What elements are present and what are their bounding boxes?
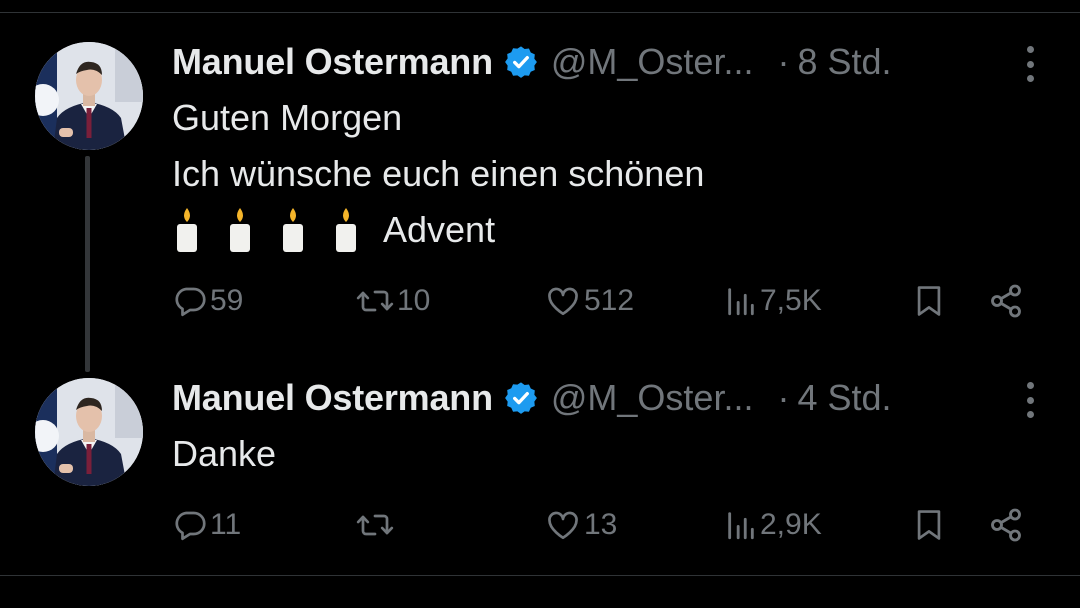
author-handle[interactable]: @M_Oster... <box>551 41 754 83</box>
reply-count: 11 <box>210 508 242 541</box>
avatar[interactable] <box>35 378 143 486</box>
like-count: 512 <box>584 284 635 317</box>
verified-badge-icon <box>503 380 539 416</box>
candle-icon <box>331 206 361 254</box>
author-name[interactable]: Manuel Ostermann <box>172 41 493 83</box>
retweet-icon <box>356 290 394 312</box>
like-count: 13 <box>584 508 618 541</box>
candle-line: Advent <box>172 202 704 258</box>
like-button[interactable]: 13 <box>544 500 617 550</box>
views-button[interactable]: 2,9K <box>724 500 822 550</box>
tweet-actions: 59 10 512 7,5K <box>172 276 1032 326</box>
avatar[interactable] <box>35 42 143 150</box>
bookmark-button[interactable] <box>912 500 946 550</box>
views-icon <box>728 512 754 540</box>
candle-icon <box>278 206 308 254</box>
thread-connector-line <box>85 156 90 372</box>
retweet-icon <box>356 514 394 536</box>
tweet-header: Manuel Ostermann @M_Oster... · 8 Std. <box>172 40 892 84</box>
tweet-text: Guten Morgen Ich wünsche euch einen schö… <box>172 90 704 258</box>
bottom-divider <box>0 575 1080 576</box>
separator-dot: · <box>777 41 790 82</box>
reply-button[interactable]: 11 <box>172 500 241 550</box>
retweet-button[interactable] <box>355 500 397 550</box>
views-count: 7,5K <box>760 284 822 317</box>
tweet-text-line: Guten Morgen <box>172 97 403 138</box>
verified-badge-icon <box>503 44 539 80</box>
views-count: 2,9K <box>760 508 822 541</box>
tweet-text-advent: Advent <box>383 209 496 250</box>
like-button[interactable]: 512 <box>544 276 634 326</box>
tweet-text-line: Ich wünsche euch einen schönen <box>172 153 705 194</box>
tweet-header: Manuel Ostermann @M_Oster... · 4 Std. <box>172 376 892 420</box>
share-icon <box>991 284 1021 318</box>
separator-dot: · <box>777 377 790 418</box>
reply-icon <box>175 287 206 317</box>
bookmark-icon <box>917 286 941 316</box>
reply-button[interactable]: 59 <box>172 276 243 326</box>
tweet-text: Danke <box>172 426 276 482</box>
heart-icon <box>548 287 578 316</box>
views-icon <box>728 288 754 316</box>
tweet-actions: 11 13 2,9K <box>172 500 1032 550</box>
reply-count: 59 <box>210 284 244 317</box>
tweet-text-line: Danke <box>172 433 277 474</box>
share-button[interactable] <box>988 276 1024 326</box>
candle-icon <box>225 206 255 254</box>
top-divider <box>0 12 1080 13</box>
more-vertical-icon[interactable] <box>1024 382 1036 418</box>
bookmark-button[interactable] <box>912 276 946 326</box>
share-button[interactable] <box>988 500 1024 550</box>
share-icon <box>991 508 1021 542</box>
more-vertical-icon[interactable] <box>1024 46 1036 82</box>
reply-icon <box>175 511 206 541</box>
heart-icon <box>548 511 578 540</box>
author-name[interactable]: Manuel Ostermann <box>172 377 493 419</box>
retweet-count: 10 <box>397 284 431 317</box>
bookmark-icon <box>917 510 941 540</box>
timestamp[interactable]: 8 Std. <box>797 41 891 83</box>
author-handle[interactable]: @M_Oster... <box>551 377 754 419</box>
candle-icon <box>172 206 202 254</box>
retweet-button[interactable]: 10 <box>355 276 430 326</box>
timestamp[interactable]: 4 Std. <box>797 377 891 419</box>
views-button[interactable]: 7,5K <box>724 276 822 326</box>
